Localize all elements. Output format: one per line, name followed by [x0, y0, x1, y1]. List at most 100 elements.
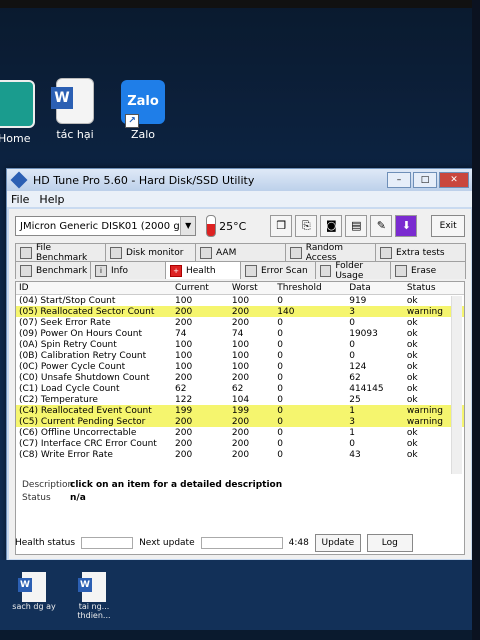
minimize-button[interactable]: – [387, 172, 411, 188]
tab-info[interactable]: i Info [90, 261, 166, 279]
table-row[interactable]: (C5) Current Pending Sector 200 200 0 3 warni… [16, 416, 464, 427]
table-row[interactable]: (C1) Load Cycle Count 62 62 0 414145 ok [16, 383, 464, 394]
save-download-icon[interactable]: ⬇ [395, 215, 418, 237]
table-row[interactable]: (07) Seek Error Rate 200 200 0 0 ok [16, 317, 464, 328]
cell-threshold: 0 [277, 383, 284, 394]
table-row[interactable]: (09) Power On Hours Count 74 74 0 19093 ok [16, 328, 464, 339]
table-row[interactable]: (0A) Spin Retry Count 100 100 0 0 ok [16, 339, 464, 350]
column-header-current[interactable]: Current [172, 282, 229, 295]
tab-file-benchmark[interactable]: File Benchmark [15, 243, 106, 263]
tab-folder-usage[interactable]: Folder Usage [315, 261, 391, 281]
close-button[interactable]: ✕ [439, 172, 469, 188]
column-header-id[interactable]: ID [16, 282, 172, 295]
menu-file[interactable]: File [11, 193, 29, 206]
table-row[interactable]: (0B) Calibration Retry Count 100 100 0 0 ok [16, 350, 464, 361]
table-row[interactable]: (0C) Power Cycle Count 100 100 0 124 ok [16, 361, 464, 372]
tab-disk-monitor[interactable]: Disk monitor [105, 243, 196, 261]
tab-health[interactable]: + Health [165, 261, 241, 279]
cell-threshold: 0 [277, 361, 284, 372]
settings-icon[interactable]: ✎ [370, 215, 393, 237]
tab-label: Extra tests [396, 247, 445, 258]
cell-worst: 200 [231, 449, 250, 460]
desktop-icon-word-doc[interactable]: W tác hại [40, 78, 110, 141]
status-value: n/a [70, 493, 86, 503]
hd-tune-app-icon [10, 171, 28, 189]
column-header-status[interactable]: Status [403, 282, 464, 295]
cell-current: 199 [172, 405, 229, 416]
chevron-down-icon: ▼ [180, 217, 196, 235]
health-cross-icon: + [170, 264, 182, 277]
extra-tests-icon [380, 246, 392, 259]
table-row[interactable]: (C7) Interface CRC Error Count 200 200 0 0 ok [16, 438, 464, 449]
desktop-icon-doc-2[interactable]: W tai ng... thdien... [64, 572, 124, 620]
table-row[interactable]: (05) Reallocated Sector Count 200 200 140 3 w… [16, 306, 464, 317]
table-row[interactable]: (C6) Offline Uncorrectable 200 200 0 1 ok [16, 427, 464, 438]
options-icon[interactable]: ▤ [345, 215, 368, 237]
health-status-field [81, 537, 134, 549]
cell-id: (C8) Write Error Rate [19, 449, 113, 460]
cell-worst: 200 [231, 438, 250, 449]
cell-worst: 200 [231, 372, 250, 383]
update-button[interactable]: Update [314, 534, 361, 552]
description-label: Description [22, 480, 74, 490]
cell-data: 3 [346, 416, 404, 427]
cell-threshold: 0 [277, 427, 284, 438]
cell-id: (C1) Load Cycle Count [19, 383, 120, 394]
tab-extra-tests[interactable]: Extra tests [375, 243, 466, 261]
tab-error-scan[interactable]: Error Scan [240, 261, 316, 279]
column-header-threshold[interactable]: Threshold [274, 282, 347, 295]
cell-current: 200 [175, 372, 193, 383]
health-status-label: Health status [15, 538, 76, 548]
cell-worst: 62 [231, 383, 244, 394]
table-row[interactable]: (C0) Unsafe Shutdown Count 200 200 0 62 ok [16, 372, 464, 383]
monitor-bezel [0, 0, 480, 8]
cell-worst: 100 [231, 295, 250, 306]
screenshot-camera-icon[interactable]: ◙ [320, 215, 343, 237]
tab-label: AAM [216, 247, 237, 258]
copy-info-icon[interactable]: ⎘ [295, 215, 318, 237]
cell-threshold: 0 [277, 350, 284, 361]
column-header-worst[interactable]: Worst [228, 282, 275, 295]
cell-current: 62 [175, 383, 187, 394]
tab-random-access[interactable]: Random Access [285, 243, 376, 263]
desktop-icon-label: sach dg ay [12, 602, 56, 611]
table-row[interactable]: (04) Start/Stop Count 100 100 0 919 ok [16, 295, 464, 307]
window-titlebar[interactable]: HD Tune Pro 5.60 - Hard Disk/SSD Utility… [7, 169, 473, 191]
random-access-icon [290, 246, 302, 259]
table-header-row: ID Current Worst Threshold Data Status [16, 282, 464, 295]
cell-threshold: 0 [274, 416, 347, 427]
speaker-icon [200, 246, 212, 259]
column-header-data[interactable]: Data [346, 282, 404, 295]
menu-help[interactable]: Help [39, 193, 64, 206]
cell-current: 200 [175, 427, 193, 438]
maximize-button[interactable]: □ [413, 172, 437, 188]
cell-threshold: 0 [277, 339, 284, 350]
table-row[interactable]: (C8) Write Error Rate 200 200 0 43 ok [16, 449, 464, 460]
desktop-icon-zalo[interactable]: Zalo ↗ Zalo [108, 80, 178, 141]
exit-button[interactable]: Exit [431, 215, 465, 237]
cell-threshold: 0 [277, 438, 284, 449]
cell-data: 3 [346, 306, 404, 317]
desktop-lower-area: W sach dg ay W tai ng... thdien... [0, 560, 480, 640]
table-row[interactable]: (C4) Reallocated Event Count 199 199 0 1 warn… [16, 405, 464, 416]
desktop-icon-label: Zalo [130, 128, 156, 141]
table-scrollbar[interactable] [451, 296, 462, 474]
tab-erase[interactable]: Erase [390, 261, 466, 279]
drive-select[interactable]: JMicron Generic DISK01 (2000 gB) ▼ [15, 216, 197, 236]
table-row[interactable]: (C2) Temperature 122 104 0 25 ok [16, 394, 464, 405]
cell-data: 0 [349, 350, 355, 361]
tab-aam[interactable]: AAM [195, 243, 286, 261]
cell-id: (0A) Spin Retry Count [19, 339, 117, 350]
tab-label: Erase [411, 265, 437, 276]
cell-data: 124 [349, 361, 367, 372]
log-button[interactable]: Log [366, 534, 413, 552]
desktop-icon-doc-1[interactable]: W sach dg ay [4, 572, 64, 611]
cell-current: 200 [175, 449, 193, 460]
copy-icon[interactable]: ❐ [270, 215, 293, 237]
cell-data: 919 [349, 295, 367, 306]
cell-worst: 200 [228, 416, 275, 427]
cell-current: 200 [172, 416, 229, 427]
smart-table-body: (04) Start/Stop Count 100 100 0 919 ok (05) Re… [16, 295, 464, 461]
tab-benchmark[interactable]: Benchmark [15, 261, 91, 279]
word-document-icon: W [18, 572, 46, 602]
